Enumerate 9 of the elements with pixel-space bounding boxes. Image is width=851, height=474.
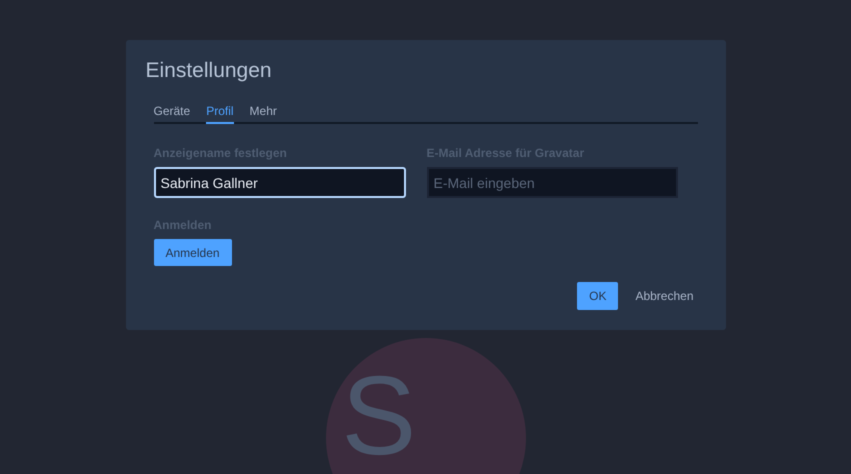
email-field[interactable]: E-Mail eingeben [426, 167, 678, 198]
tab[interactable]: Mehr [250, 104, 277, 124]
login-button[interactable]: Anmelden [154, 239, 232, 266]
ok-button[interactable]: OK [577, 282, 618, 310]
tab[interactable]: Profil [206, 104, 234, 124]
cancel-button[interactable]: Abbrechen [631, 282, 698, 310]
dialog-title: Einstellungen [146, 58, 273, 84]
name-field[interactable]: Sabrina Gallner [154, 167, 406, 198]
tab[interactable]: Geräte [154, 104, 190, 124]
